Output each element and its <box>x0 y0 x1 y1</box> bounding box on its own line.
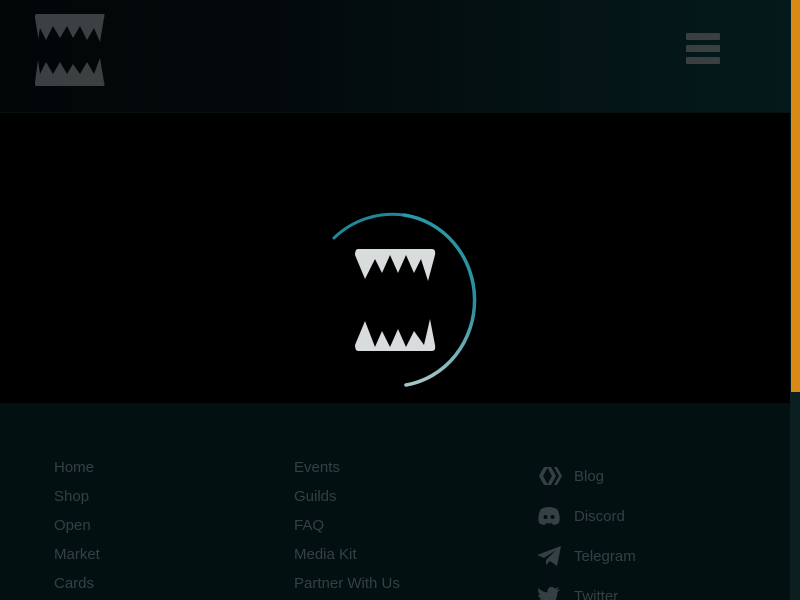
hive-blog-icon <box>536 463 562 489</box>
social-link-blog[interactable]: Blog <box>536 456 636 496</box>
footer-link-open[interactable]: Open <box>54 511 100 540</box>
site-footer: Home Shop Open Market Cards Events Guild… <box>0 403 790 600</box>
footer-link-faq[interactable]: FAQ <box>294 511 400 540</box>
social-label-twitter: Twitter <box>574 587 619 600</box>
footer-link-cards[interactable]: Cards <box>54 569 100 598</box>
page-scrollbar-thumb[interactable] <box>791 0 800 392</box>
footer-link-home[interactable]: Home <box>54 453 100 482</box>
social-label-telegram: Telegram <box>574 547 636 565</box>
hamburger-menu-icon[interactable] <box>684 31 722 67</box>
menu-bar <box>686 45 720 52</box>
loading-area <box>0 113 790 403</box>
footer-link-media-kit[interactable]: Media Kit <box>294 540 400 569</box>
footer-link-partner[interactable]: Partner With Us <box>294 569 400 598</box>
footer-link-shop[interactable]: Shop <box>54 482 100 511</box>
site-header <box>0 0 790 113</box>
fangs-logo-icon[interactable] <box>34 12 106 88</box>
page: Home Shop Open Market Cards Events Guild… <box>0 0 800 600</box>
footer-link-events[interactable]: Events <box>294 453 400 482</box>
footer-link-guilds[interactable]: Guilds <box>294 482 400 511</box>
twitter-icon <box>536 583 562 600</box>
footer-social-links: Blog Discord Telegram Twitter <box>536 456 636 600</box>
fangs-spinner-icon <box>318 211 486 391</box>
social-link-twitter[interactable]: Twitter <box>536 576 636 600</box>
telegram-icon <box>536 543 562 569</box>
discord-icon <box>536 503 562 529</box>
social-link-discord[interactable]: Discord <box>536 496 636 536</box>
menu-bar <box>686 57 720 64</box>
footer-link-market[interactable]: Market <box>54 540 100 569</box>
social-link-telegram[interactable]: Telegram <box>536 536 636 576</box>
menu-bar <box>686 33 720 40</box>
footer-column-community: Events Guilds FAQ Media Kit Partner With… <box>294 453 400 598</box>
social-label-discord: Discord <box>574 507 625 525</box>
footer-column-main: Home Shop Open Market Cards <box>54 453 100 598</box>
social-label-blog: Blog <box>574 467 605 485</box>
